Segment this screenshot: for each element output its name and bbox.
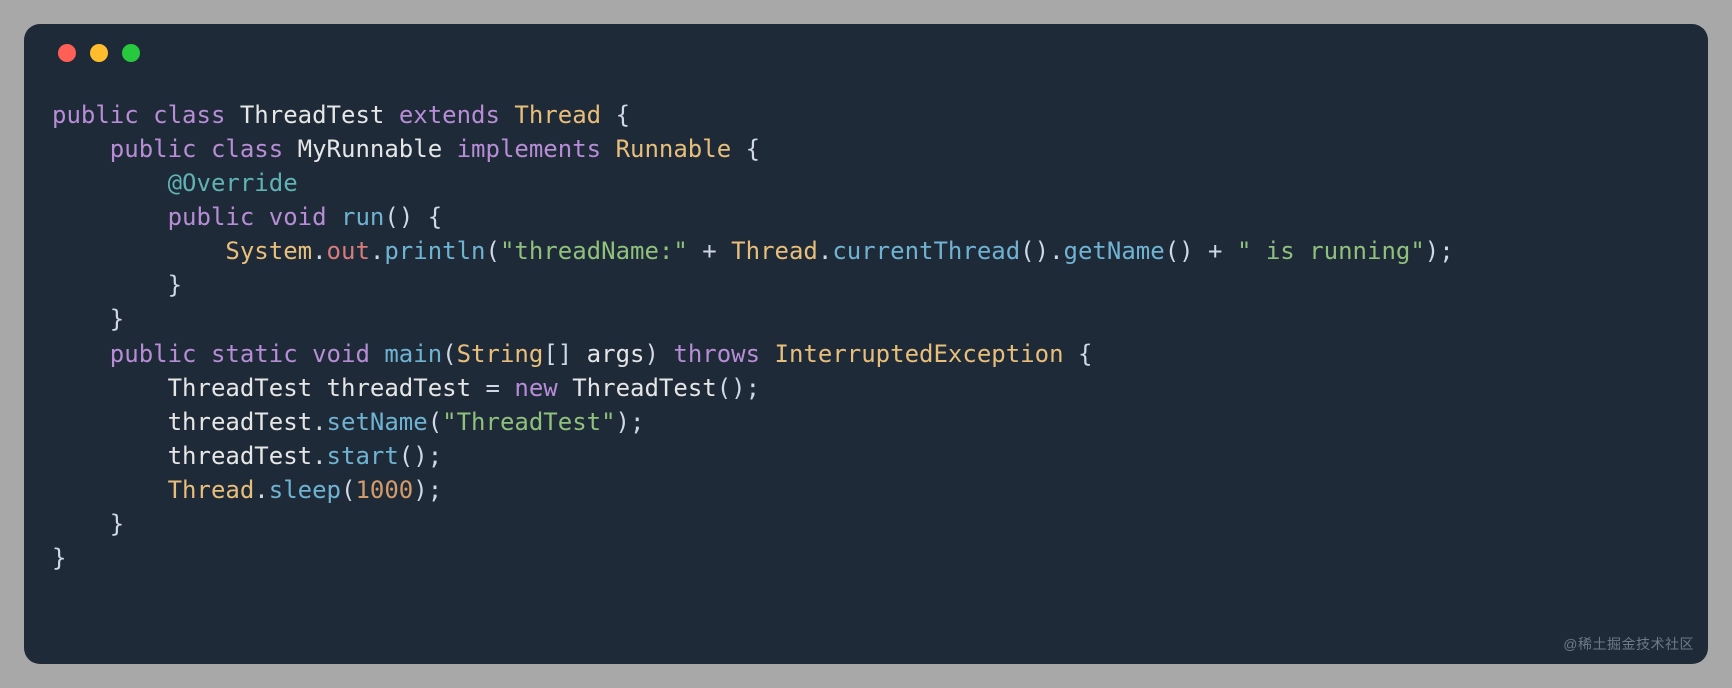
watermark-text: @稀土掘金技术社区 [1563,634,1694,654]
method-run: run [341,203,384,231]
type-interruptedexception: InterruptedException [775,340,1064,368]
keyword-extends: extends [399,101,500,129]
method-sleep: sleep [269,476,341,504]
method-main: main [384,340,442,368]
annotation-override: @Override [168,169,298,197]
type-string: String [457,340,544,368]
type-thread: Thread [514,101,601,129]
method-getname: getName [1064,237,1165,265]
keyword-throws: throws [673,340,760,368]
code-block: public class ThreadTest extends Thread {… [52,98,1680,575]
string-literal: "ThreadTest" [442,408,615,436]
method-println: println [384,237,485,265]
param-args: args [587,340,645,368]
method-start: start [327,442,399,470]
number-literal: 1000 [355,476,413,504]
window-traffic-lights [58,44,1680,62]
keyword-implements: implements [457,135,602,163]
method-currentthread: currentThread [832,237,1020,265]
zoom-icon[interactable] [122,44,140,62]
type-runnable: Runnable [616,135,732,163]
type-system: System [225,237,312,265]
var-threadtest: threadTest [327,374,472,402]
string-literal: " is running" [1237,237,1425,265]
close-icon[interactable] [58,44,76,62]
minimize-icon[interactable] [90,44,108,62]
string-literal: "threadName:" [500,237,688,265]
class-name: ThreadTest [240,101,385,129]
keyword-class: class [153,101,225,129]
keyword-public: public [52,101,139,129]
class-name: MyRunnable [298,135,443,163]
code-window: public class ThreadTest extends Thread {… [24,24,1708,664]
method-setname: setName [327,408,428,436]
field-out: out [327,237,370,265]
